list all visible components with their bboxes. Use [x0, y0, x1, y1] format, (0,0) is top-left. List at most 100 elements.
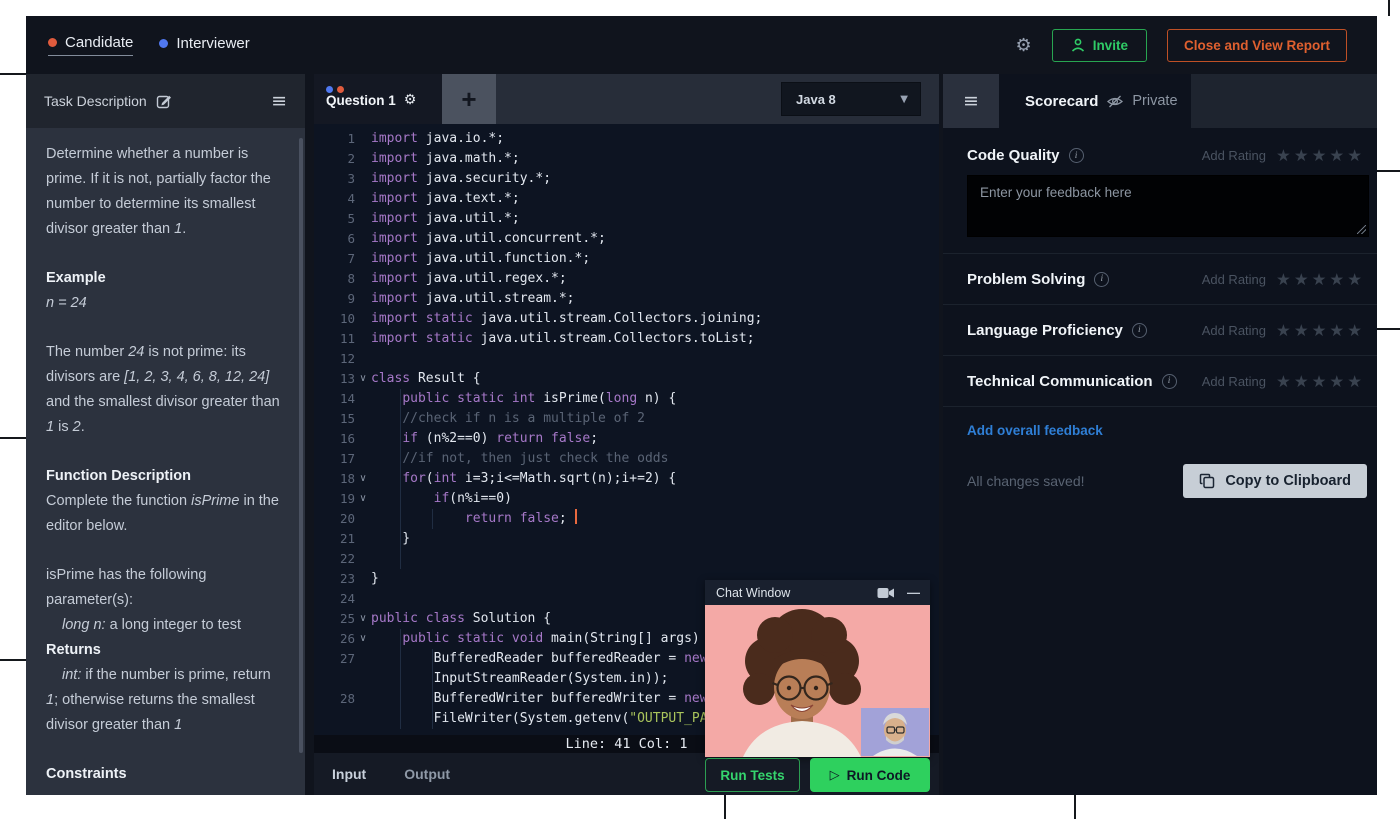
fold-chevron-icon[interactable]: ∨: [355, 629, 371, 649]
star-icon[interactable]: ★: [1312, 372, 1330, 391]
line-number: 8: [314, 269, 355, 289]
tab-input[interactable]: Input: [332, 766, 366, 782]
chat-window[interactable]: Chat Window —: [705, 580, 930, 757]
fold-chevron-icon[interactable]: ∨: [355, 609, 371, 629]
code-line[interactable]: 15 //check if n is a multiple of 2: [314, 409, 939, 429]
feedback-textarea[interactable]: [967, 175, 1369, 237]
spacer: [46, 316, 283, 340]
code-line[interactable]: 20 return false;: [314, 509, 939, 529]
run-tests-label: Run Tests: [720, 768, 784, 783]
question-tab[interactable]: Question 1 ⚙: [314, 74, 442, 124]
language-dropdown[interactable]: Java 8 ▼: [781, 82, 921, 116]
run-tests-button[interactable]: Run Tests: [705, 758, 800, 792]
code-text: return false;: [371, 511, 577, 526]
line-number: 24: [314, 589, 355, 609]
indent-guide: [432, 689, 433, 709]
code-line[interactable]: 3import java.security.*;: [314, 169, 939, 189]
video-camera-icon[interactable]: [877, 587, 895, 599]
settings-gear-icon[interactable]: ⚙: [1016, 35, 1032, 56]
code-line[interactable]: 22: [314, 549, 939, 569]
copy-to-clipboard-button[interactable]: Copy to Clipboard: [1183, 464, 1367, 498]
code-token: int: [512, 391, 535, 406]
add-overall-feedback-link[interactable]: Add overall feedback: [967, 423, 1353, 438]
resize-grip[interactable]: [1357, 225, 1366, 234]
star-icon[interactable]: ★: [1294, 270, 1312, 289]
code-token: main(String[] args) {: [543, 631, 715, 646]
scorecard-category-row: Code QualityiAdd Rating★★★★★: [943, 128, 1377, 167]
indent-guide: [400, 549, 401, 569]
fold-chevron-icon[interactable]: ∨: [355, 469, 371, 489]
indent-guide: [400, 649, 401, 669]
code-line[interactable]: 12: [314, 349, 939, 369]
star-icon[interactable]: ★: [1276, 270, 1294, 289]
tab-scorecard[interactable]: Scorecard Private: [999, 74, 1191, 128]
star-icon[interactable]: ★: [1276, 146, 1294, 165]
star-icon[interactable]: ★: [1294, 146, 1312, 165]
code-line[interactable]: 4import java.text.*;: [314, 189, 939, 209]
star-icon[interactable]: ★: [1329, 321, 1347, 340]
spacer: [46, 738, 283, 762]
star-icon[interactable]: ★: [1347, 372, 1365, 391]
task-description-content: Determine whether a number is prime. If …: [26, 128, 305, 795]
star-icon[interactable]: ★: [1312, 146, 1330, 165]
question-settings-gear-icon[interactable]: ⚙: [404, 92, 417, 108]
tab-output[interactable]: Output: [404, 766, 450, 782]
star-icon[interactable]: ★: [1347, 321, 1365, 340]
star-icon[interactable]: ★: [1294, 372, 1312, 391]
code-line[interactable]: 8import java.util.regex.*;: [314, 269, 939, 289]
code-line[interactable]: 9import java.util.stream.*;: [314, 289, 939, 309]
scorecard-menu-icon[interactable]: ≡: [943, 74, 999, 128]
fold-chevron-icon[interactable]: ∨: [355, 369, 371, 389]
star-icon[interactable]: ★: [1347, 270, 1365, 289]
code-line[interactable]: 14 public static int isPrime(long n) {: [314, 389, 939, 409]
star-icon[interactable]: ★: [1329, 270, 1347, 289]
code-token: public: [402, 391, 449, 406]
copy-icon: [1199, 473, 1215, 489]
code-line[interactable]: 19∨ if(n%i==0): [314, 489, 939, 509]
editor-tab-bar: Question 1 ⚙ + Java 8 ▼: [314, 74, 939, 124]
info-icon[interactable]: i: [1132, 323, 1147, 338]
code-line[interactable]: 2import java.math.*;: [314, 149, 939, 169]
invite-button[interactable]: Invite: [1052, 29, 1147, 62]
line-number: 3: [314, 169, 355, 189]
star-icon[interactable]: ★: [1347, 146, 1365, 165]
interviewer-label: Interviewer: [176, 35, 249, 52]
info-icon[interactable]: i: [1162, 374, 1177, 389]
task-scrollbar-thumb[interactable]: [299, 138, 303, 753]
code-line[interactable]: 16 if (n%2==0) return false;: [314, 429, 939, 449]
line-number: 19: [314, 489, 355, 509]
star-icon[interactable]: ★: [1312, 270, 1330, 289]
star-icon[interactable]: ★: [1276, 372, 1294, 391]
close-and-view-report-button[interactable]: Close and View Report: [1167, 29, 1347, 62]
code-line[interactable]: 13∨class Result {: [314, 369, 939, 389]
code-line[interactable]: 1import java.io.*;: [314, 129, 939, 149]
task-section-heading: Function Description: [46, 464, 283, 489]
add-question-button[interactable]: +: [442, 74, 496, 124]
code-line[interactable]: 10import static java.util.stream.Collect…: [314, 309, 939, 329]
run-code-button[interactable]: ▷ Run Code: [810, 758, 930, 792]
code-token: i=3;i<=Math.sqrt(n);i+=2) {: [457, 471, 676, 486]
code-token: ;: [559, 511, 575, 526]
code-line[interactable]: 6import java.util.concurrent.*;: [314, 229, 939, 249]
code-line[interactable]: 21 }: [314, 529, 939, 549]
interviewer-toggle[interactable]: Interviewer: [159, 35, 249, 56]
code-line[interactable]: 18∨ for(int i=3;i<=Math.sqrt(n);i+=2) {: [314, 469, 939, 489]
code-line[interactable]: 11import static java.util.stream.Collect…: [314, 329, 939, 349]
code-token: java.security.*;: [418, 171, 551, 186]
minimize-icon[interactable]: —: [907, 586, 920, 599]
code-line[interactable]: 5import java.util.*;: [314, 209, 939, 229]
candidate-toggle[interactable]: Candidate: [48, 34, 133, 56]
info-icon[interactable]: i: [1069, 148, 1084, 163]
info-icon[interactable]: i: [1094, 272, 1109, 287]
star-icon[interactable]: ★: [1276, 321, 1294, 340]
fold-chevron-icon[interactable]: ∨: [355, 489, 371, 509]
star-icon[interactable]: ★: [1329, 372, 1347, 391]
code-line[interactable]: 17 //if not, then just check the odds: [314, 449, 939, 469]
code-line[interactable]: 7import java.util.function.*;: [314, 249, 939, 269]
star-icon[interactable]: ★: [1329, 146, 1347, 165]
star-rating: ★★★★★: [1276, 146, 1365, 165]
star-icon[interactable]: ★: [1294, 321, 1312, 340]
task-menu-icon[interactable]: ≡: [271, 92, 287, 111]
edit-pencil-icon[interactable]: [156, 93, 172, 109]
star-icon[interactable]: ★: [1312, 321, 1330, 340]
